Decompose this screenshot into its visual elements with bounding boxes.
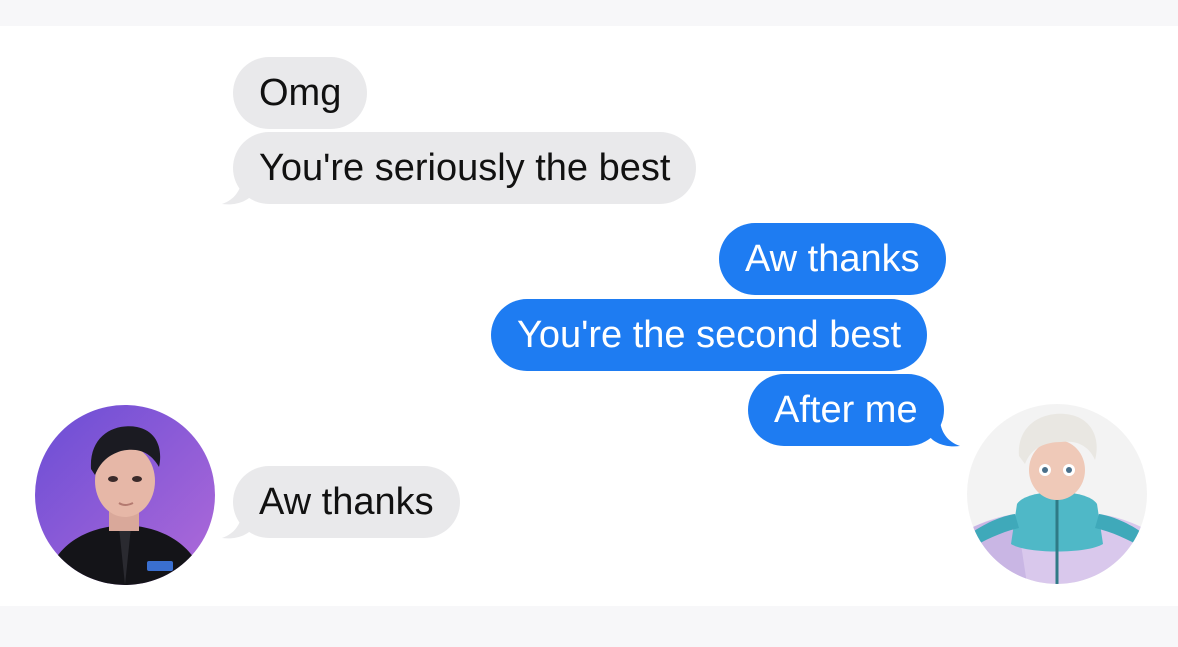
incoming-message-bubble[interactable]: Aw thanks bbox=[233, 466, 460, 538]
outgoing-message-bubble[interactable]: You're the second best bbox=[491, 299, 928, 371]
bottom-strip bbox=[0, 606, 1178, 647]
incoming-message-bubble[interactable]: Omg bbox=[233, 57, 368, 129]
message-text: Omg bbox=[259, 72, 342, 114]
avatar-photo-left bbox=[35, 405, 215, 585]
message-text: You're seriously the best bbox=[259, 147, 671, 189]
top-strip bbox=[0, 0, 1178, 26]
contact-avatar-left bbox=[35, 405, 215, 585]
outgoing-message-bubble[interactable]: Aw thanks bbox=[719, 223, 946, 295]
incoming-message-bubble[interactable]: You're seriously the best bbox=[233, 132, 697, 204]
message-text: Aw thanks bbox=[745, 238, 920, 280]
contact-avatar-right bbox=[967, 404, 1147, 584]
avatar-photo-right bbox=[967, 404, 1147, 584]
outgoing-message-bubble[interactable]: After me bbox=[748, 374, 944, 446]
message-text: After me bbox=[774, 389, 918, 431]
message-text: Aw thanks bbox=[259, 481, 434, 523]
message-text: You're the second best bbox=[517, 314, 902, 356]
